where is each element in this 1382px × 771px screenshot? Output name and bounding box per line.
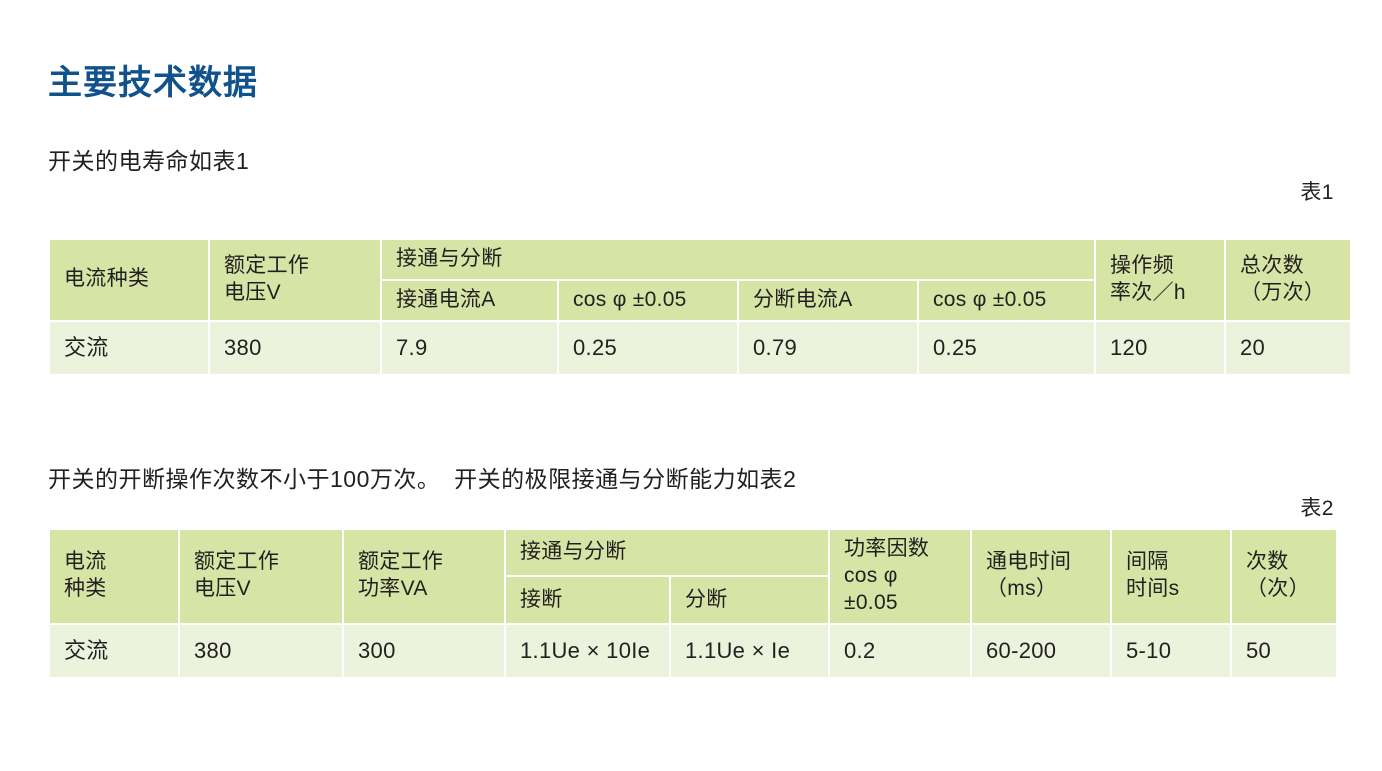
header-interval-time: 间隔 时间s bbox=[1112, 530, 1230, 623]
header-rated-voltage: 额定工作 电压V bbox=[210, 240, 380, 320]
header-rated-voltage-line1: 额定工作 bbox=[224, 254, 310, 277]
header-make-current: 接通电流A bbox=[382, 280, 557, 320]
header-current-type-line2: 种类 bbox=[64, 577, 107, 601]
document-page: 主要技术数据 开关的电寿命如表1 表1 电流种类 额定工作 电压V 接通与分断 bbox=[0, 0, 1382, 771]
header-total-count-line2: （万次） bbox=[1240, 280, 1326, 304]
header-break-current: 分断电流A bbox=[739, 280, 917, 320]
cell-cos-phi-make: 0.25 bbox=[559, 321, 737, 374]
intro-text-table1: 开关的电寿命如表1 bbox=[48, 148, 250, 174]
header-rated-voltage-line2: 电压V bbox=[224, 280, 281, 304]
cell-cos-phi-break: 0.25 bbox=[919, 321, 1094, 374]
header-current-type: 电流种类 bbox=[50, 240, 208, 320]
cell-break: 1.1Ue × Ie bbox=[671, 624, 828, 677]
header-power-factor-line1: 功率因数 bbox=[844, 537, 930, 560]
electrical-life-table: 电流种类 额定工作 电压V 接通与分断 操作频 率次／h 总次数 （万次） 接通… bbox=[48, 238, 1352, 376]
header-rated-power-line2: 功率VA bbox=[358, 577, 428, 601]
header-current-type: 电流 种类 bbox=[50, 530, 178, 623]
table-header-row-1: 电流种类 额定工作 电压V 接通与分断 操作频 率次／h 总次数 （万次） bbox=[50, 240, 1350, 320]
header-make-break-group: 接通与分断 bbox=[506, 530, 828, 576]
header-on-time: 通电时间 （ms） bbox=[972, 530, 1110, 623]
page-title: 主要技术数据 bbox=[48, 63, 258, 102]
header-count: 次数 （次） bbox=[1232, 530, 1336, 623]
header-on-time-line2: （ms） bbox=[986, 577, 1058, 601]
header-rated-voltage: 额定工作 电压V bbox=[180, 530, 342, 623]
header-rated-power-line1: 额定工作 bbox=[358, 550, 444, 574]
cell-rated-voltage: 380 bbox=[210, 321, 380, 374]
header-rated-power: 额定工作 功率VA bbox=[344, 530, 504, 623]
cell-rated-voltage: 380 bbox=[180, 624, 342, 677]
table-caption-1: 表1 bbox=[1300, 181, 1334, 204]
cell-interval-time: 5-10 bbox=[1112, 624, 1230, 677]
cell-count: 50 bbox=[1232, 624, 1336, 677]
header-make: 接断 bbox=[506, 577, 669, 623]
header-count-line1: 次数 bbox=[1246, 550, 1289, 574]
cell-rated-power: 300 bbox=[344, 624, 504, 677]
header-interval-time-line2: 时间s bbox=[1126, 577, 1180, 601]
header-total-count-line1: 总次数 bbox=[1240, 254, 1304, 277]
header-on-time-line1: 通电时间 bbox=[986, 550, 1072, 574]
cell-make-current: 7.9 bbox=[382, 321, 557, 374]
making-breaking-capacity-table: 电流 种类 额定工作 电压V 额定工作 功率VA 接通与分断 功率因数 cos … bbox=[48, 528, 1338, 679]
header-operating-frequency-line2: 率次／h bbox=[1110, 280, 1186, 304]
header-cos-phi-make: cos φ ±0.05 bbox=[559, 280, 737, 320]
table-row: 交流 380 300 1.1Ue × 10Ie 1.1Ue × Ie 0.2 6… bbox=[50, 624, 1336, 677]
header-operating-frequency: 操作频 率次／h bbox=[1096, 240, 1224, 320]
header-power-factor-line2: cos φ bbox=[844, 563, 898, 587]
header-rated-voltage-line2: 电压V bbox=[194, 577, 251, 601]
table-row: 交流 380 7.9 0.25 0.79 0.25 120 20 bbox=[50, 321, 1350, 374]
header-rated-voltage-line1: 额定工作 bbox=[194, 550, 280, 574]
cell-break-current: 0.79 bbox=[739, 321, 917, 374]
cell-current-type: 交流 bbox=[50, 321, 208, 374]
cell-power-factor: 0.2 bbox=[830, 624, 970, 677]
cell-operating-frequency: 120 bbox=[1096, 321, 1224, 374]
header-current-type-line1: 电流 bbox=[64, 550, 107, 574]
cell-current-type: 交流 bbox=[50, 624, 178, 677]
cell-on-time: 60-200 bbox=[972, 624, 1110, 677]
table-caption-2: 表2 bbox=[1300, 497, 1334, 520]
header-total-count: 总次数 （万次） bbox=[1226, 240, 1350, 320]
table-header-row-2: 电流 种类 额定工作 电压V 额定工作 功率VA 接通与分断 功率因数 cos … bbox=[50, 530, 1336, 623]
header-count-line2: （次） bbox=[1246, 577, 1310, 601]
header-make-break-group: 接通与分断 bbox=[382, 240, 1094, 279]
header-operating-frequency-line1: 操作频 bbox=[1110, 254, 1174, 277]
cell-total-count: 20 bbox=[1226, 321, 1350, 374]
header-cos-phi-break: cos φ ±0.05 bbox=[919, 280, 1094, 320]
header-interval-time-line1: 间隔 bbox=[1126, 550, 1169, 574]
header-power-factor: 功率因数 cos φ ±0.05 bbox=[830, 530, 970, 623]
header-break: 分断 bbox=[671, 577, 828, 623]
cell-make: 1.1Ue × 10Ie bbox=[506, 624, 669, 677]
intro-text-table2: 开关的开断操作次数不小于100万次。 开关的极限接通与分断能力如表2 bbox=[48, 466, 797, 492]
header-power-factor-line3: ±0.05 bbox=[844, 590, 898, 614]
